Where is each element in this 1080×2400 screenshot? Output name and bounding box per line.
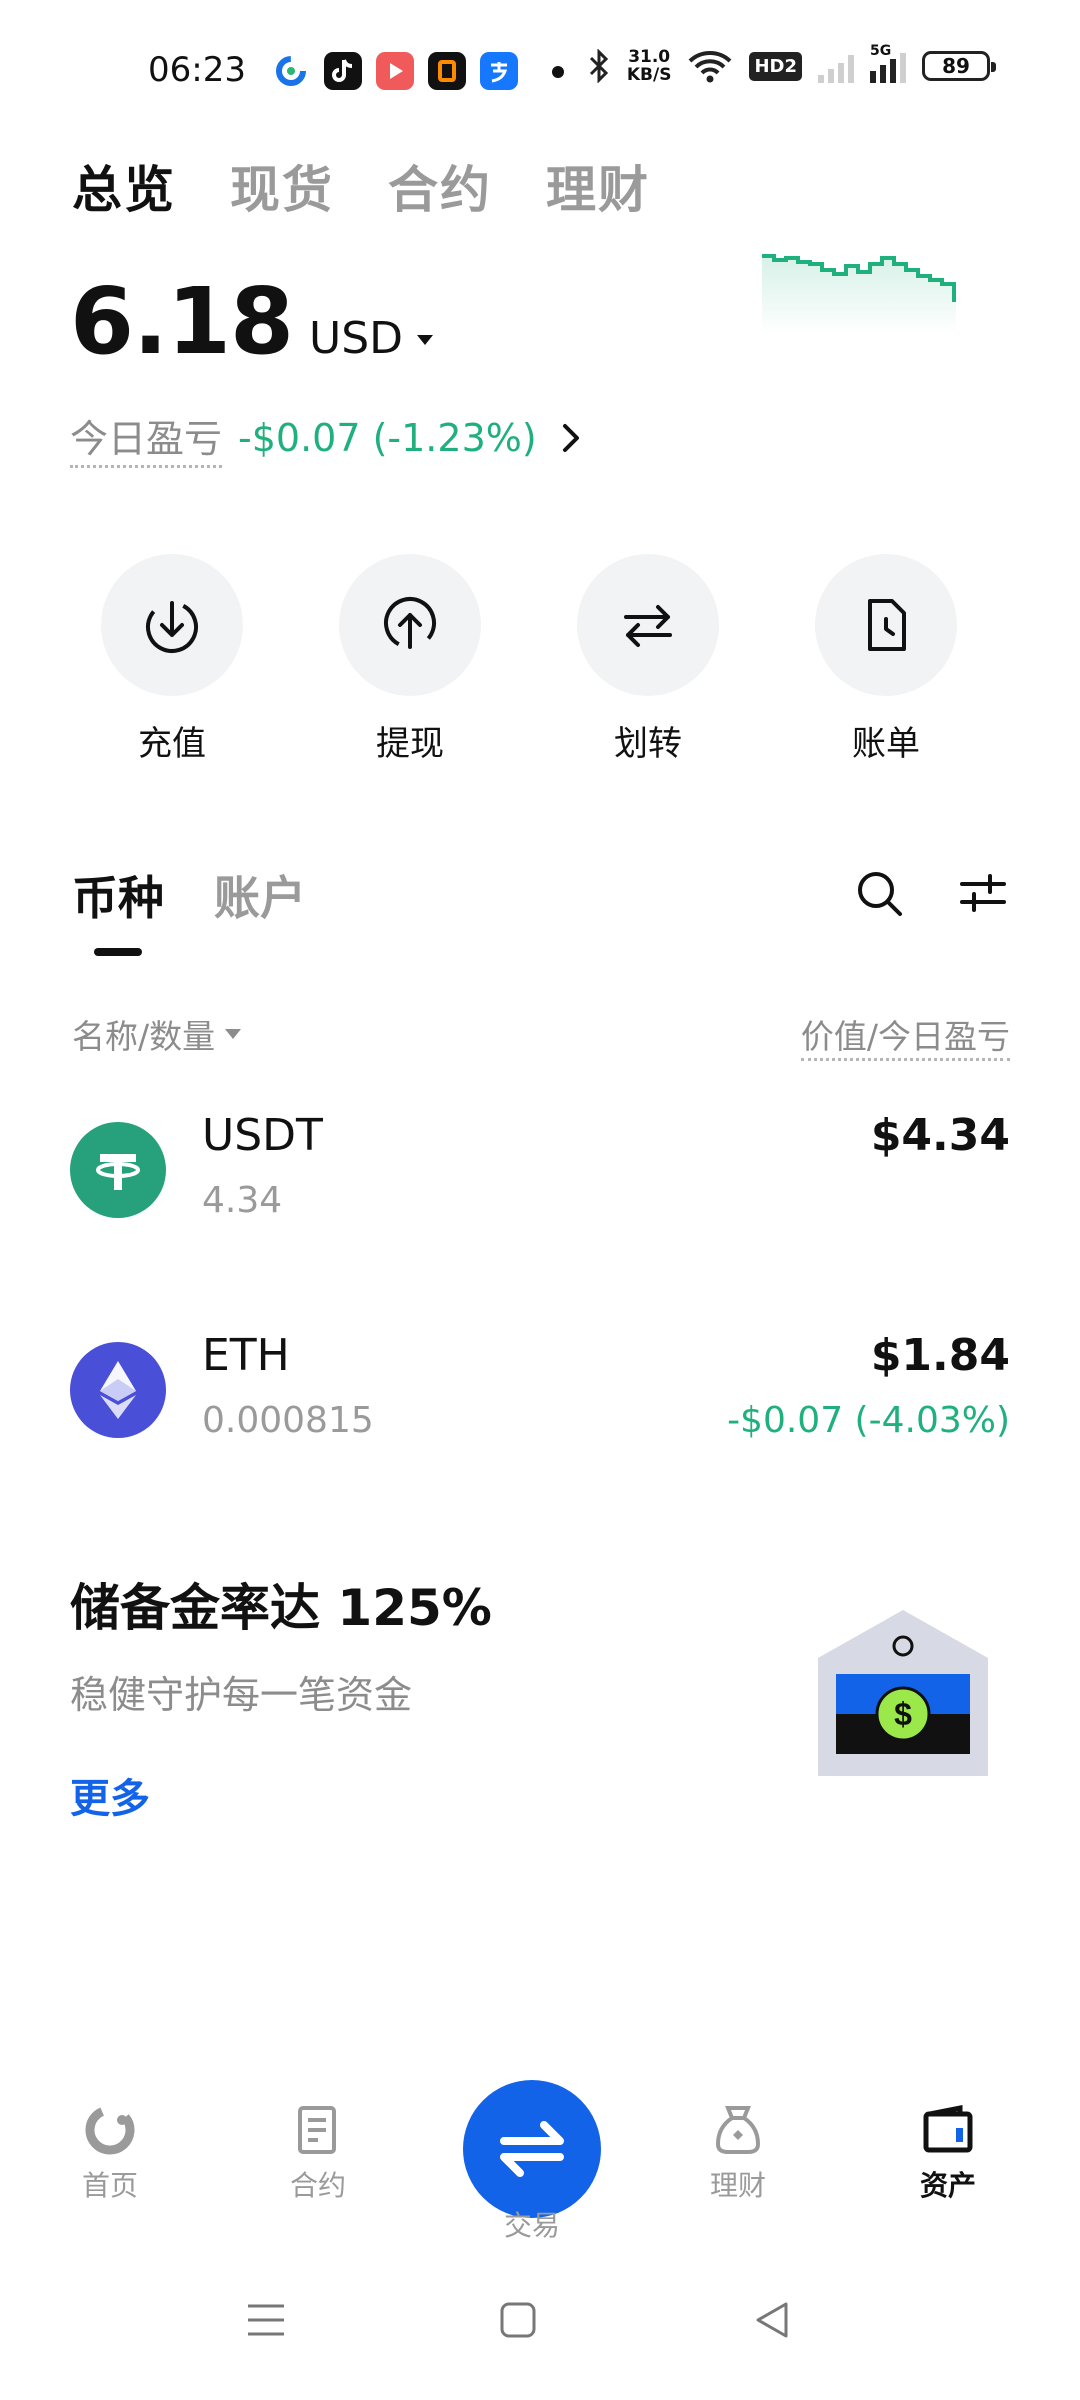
coin-today-pnl: -$0.07 (-4.03%): [727, 1400, 1010, 1441]
reserve-subtitle: 稳健守护每一笔资金: [70, 1673, 413, 1717]
signal-5g-icon: 5G: [870, 43, 906, 83]
tab-spot[interactable]: 现货: [230, 150, 334, 222]
transfer-icon: [624, 605, 672, 647]
sort-by-name-quantity[interactable]: 名称/数量: [72, 1010, 242, 1058]
coin-value: $4.34: [870, 1110, 1010, 1161]
video-app-icon: [376, 52, 414, 90]
usdt-logo-icon: [70, 1122, 166, 1218]
total-balance: 6.18 USD: [70, 268, 434, 375]
tab-overview[interactable]: 总览: [72, 150, 176, 222]
status-bar: 06:23 31.0 KB/S HD2 5G 89: [0, 0, 1080, 140]
deposit-icon: [146, 601, 198, 653]
menu-icon[interactable]: [236, 2290, 296, 2350]
balance-value: 6.18: [70, 268, 294, 375]
back-triangle-icon[interactable]: [742, 2290, 802, 2350]
coin-name: USDT: [202, 1110, 323, 1161]
withdraw-icon: [384, 597, 436, 649]
filter-settings-icon[interactable]: [956, 866, 1010, 920]
home-icon: [85, 2105, 135, 2155]
alipay-icon: [480, 52, 518, 90]
caret-down-icon: [225, 1029, 242, 1039]
status-time: 06:23: [148, 50, 246, 90]
bluetooth-icon: [589, 49, 608, 83]
tab-accounts[interactable]: 账户: [214, 862, 306, 928]
asset-tabs: 币种 账户: [72, 862, 306, 928]
wallet-icon: [923, 2104, 973, 2153]
notification-icons: [272, 52, 518, 90]
reserve-more-link[interactable]: 更多: [70, 1766, 150, 1824]
eth-logo-icon: [70, 1342, 166, 1438]
finance-icon: [715, 2106, 761, 2154]
top-tabs: 总览 现货 合约 理财: [72, 150, 650, 222]
search-icon[interactable]: [852, 866, 906, 920]
transfer-button[interactable]: 划转: [558, 554, 738, 765]
more-notifications-dot: [552, 66, 564, 78]
trade-button[interactable]: [463, 2080, 601, 2218]
assets-screen: 06:23 31.0 KB/S HD2 5G 89 总览 现货 合约 理财 6.…: [0, 0, 1080, 2400]
wifi-icon: [689, 51, 732, 83]
nav-contract[interactable]: 合约: [258, 2100, 378, 2204]
currency-selector[interactable]: USD: [309, 313, 434, 364]
svg-text:$: $: [894, 1696, 912, 1732]
tiktok-icon: [324, 52, 362, 90]
network-speed: 31.0 KB/S: [626, 47, 672, 85]
tab-finance[interactable]: 理财: [546, 150, 650, 222]
system-icons: 31.0 KB/S HD2 5G 89: [587, 43, 996, 85]
coin-value: $1.84: [870, 1330, 1010, 1381]
shopping-app-icon: [428, 52, 466, 90]
bill-icon: [868, 599, 906, 651]
hd-voice-badge: HD2: [749, 51, 802, 81]
bottom-navigation: 首页 合约 交易 理财 资产: [0, 2080, 1080, 2242]
reserve-title: 储备金率达 125%: [70, 1579, 492, 1637]
coin-quantity: 4.34: [202, 1180, 283, 1221]
system-navigation-bar: [0, 2270, 1080, 2370]
asset-row-usdt[interactable]: USDT 4.34 $4.34: [0, 1100, 1080, 1270]
asset-row-eth[interactable]: ETH 0.000815 $1.84 -$0.07 (-4.03%): [0, 1320, 1080, 1490]
balance-sparkline: [762, 254, 956, 334]
today-pnl-label: 今日盈亏: [70, 408, 223, 468]
nav-finance[interactable]: 理财: [678, 2100, 798, 2204]
tab-contract[interactable]: 合约: [388, 150, 492, 222]
coin-name: ETH: [202, 1330, 290, 1381]
nav-assets[interactable]: 资产: [888, 2100, 1008, 2204]
bank-vault-illustration-icon: $: [818, 1610, 988, 1776]
nav-home[interactable]: 首页: [50, 2100, 170, 2204]
coin-quantity: 0.000815: [202, 1400, 374, 1441]
signal-sim1-icon: [818, 49, 854, 83]
battery-indicator: 89: [922, 51, 996, 81]
value-pnl-header[interactable]: 价值/今日盈亏: [800, 1010, 1010, 1061]
data-app-icon: [272, 52, 310, 90]
trade-icon: [500, 2121, 564, 2177]
bill-button[interactable]: 账单: [796, 554, 976, 765]
caret-down-icon: [417, 335, 434, 345]
today-pnl-row[interactable]: 今日盈亏 -$0.07 (-1.23%): [70, 408, 587, 468]
trade-label: 交易: [503, 2209, 560, 2242]
contract-icon: [298, 2106, 336, 2154]
active-tab-indicator: [94, 948, 142, 956]
deposit-button[interactable]: 充值: [82, 554, 262, 765]
today-pnl-value: -$0.07 (-1.23%): [238, 416, 537, 460]
home-square-icon[interactable]: [488, 2290, 548, 2350]
withdraw-button[interactable]: 提现: [320, 554, 500, 765]
asset-tools: [852, 866, 1010, 920]
chevron-right-icon: [562, 424, 579, 452]
tab-coins[interactable]: 币种: [72, 862, 164, 928]
